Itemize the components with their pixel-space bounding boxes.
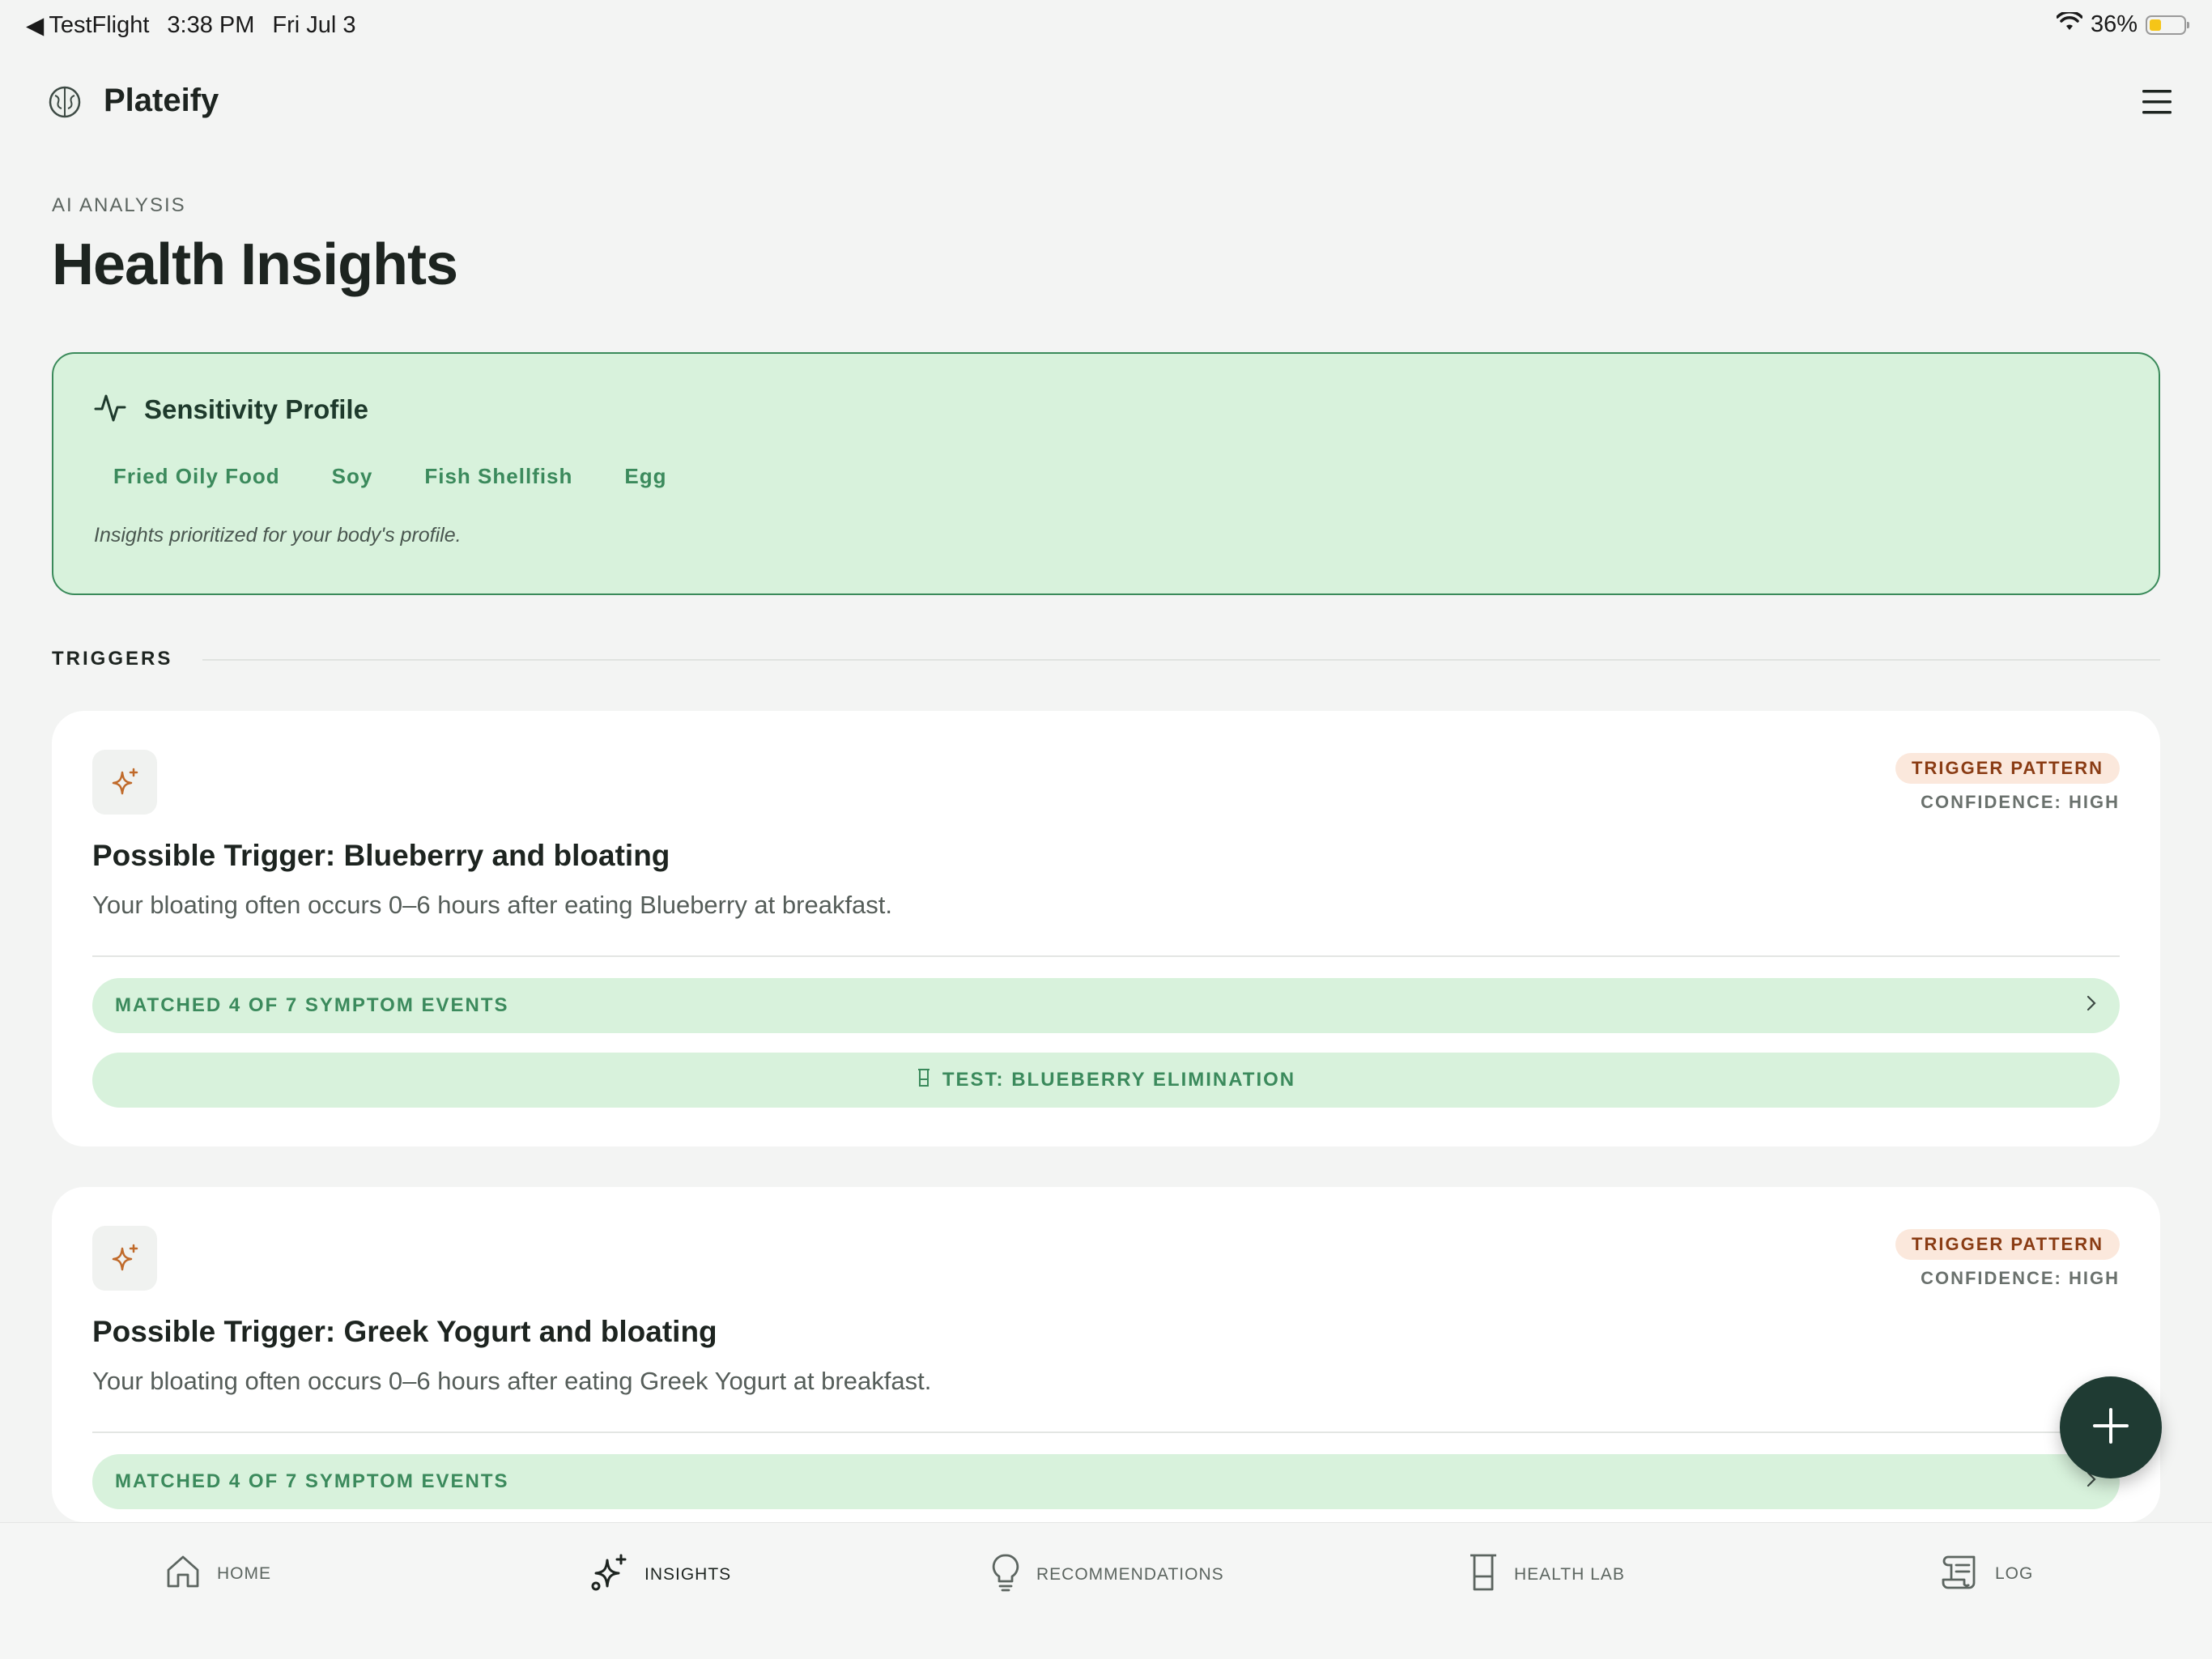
sensitivity-chip[interactable]: Fish Shellfish	[405, 459, 592, 494]
home-icon	[164, 1552, 202, 1596]
back-app-label: TestFlight	[49, 12, 150, 38]
page-eyebrow: AI ANALYSIS	[52, 194, 186, 216]
sparkles-icon	[92, 1226, 157, 1291]
status-bar-right: 36%	[2056, 11, 2189, 38]
sensitivity-chip[interactable]: Egg	[605, 459, 686, 494]
lightbulb-icon	[989, 1552, 1022, 1597]
confidence-label: CONFIDENCE: HIGH	[1921, 1268, 2120, 1288]
battery-percent: 36%	[2090, 11, 2138, 37]
page-title: Health Insights	[52, 232, 458, 297]
hamburger-menu-icon[interactable]	[2141, 87, 2173, 117]
app-title: Plateify	[104, 83, 219, 118]
wifi-icon	[2056, 11, 2083, 38]
matched-events-label: MATCHED 4 OF 7 SYMPTOM EVENTS	[115, 1470, 509, 1492]
confidence-label: CONFIDENCE: HIGH	[1921, 792, 2120, 812]
brain-icon	[47, 84, 83, 120]
triggers-section-label: TRIGGERS	[52, 648, 173, 670]
insight-description: Your bloating often occurs 0–6 hours aft…	[92, 1367, 932, 1395]
insight-card: TRIGGER PATTERN CONFIDENCE: HIGH Possibl…	[52, 711, 2160, 1146]
trigger-pattern-badge: TRIGGER PATTERN	[1895, 753, 2120, 784]
insight-description: Your bloating often occurs 0–6 hours aft…	[92, 891, 893, 919]
test-elimination-label: TEST: BLUEBERRY ELIMINATION	[942, 1069, 1296, 1091]
sensitivity-profile-title: Sensitivity Profile	[144, 393, 368, 424]
insight-title: Possible Trigger: Blueberry and bloating	[92, 839, 670, 872]
pulse-icon	[94, 391, 126, 428]
back-arrow-icon: ◀	[26, 13, 45, 39]
sparkles-icon	[92, 750, 157, 815]
sensitivity-chips: Fried Oily Food Soy Fish Shellfish Egg	[94, 459, 687, 494]
card-divider	[92, 955, 2120, 957]
beaker-icon	[917, 1068, 931, 1093]
nav-item-log[interactable]: LOG	[1940, 1552, 2033, 1596]
nav-item-insights[interactable]: INSIGHTS	[589, 1552, 731, 1597]
battery-icon	[2146, 15, 2189, 35]
nav-label: HOME	[217, 1564, 271, 1583]
status-date: Fri Jul 3	[272, 12, 356, 38]
matched-events-button[interactable]: MATCHED 4 OF 7 SYMPTOM EVENTS	[92, 1454, 2120, 1509]
plus-icon	[2091, 1406, 2130, 1449]
sensitivity-profile-header: Sensitivity Profile	[94, 391, 368, 428]
matched-events-label: MATCHED 4 OF 7 SYMPTOM EVENTS	[115, 994, 509, 1016]
nav-label: INSIGHTS	[644, 1565, 732, 1584]
sensitivity-chip[interactable]: Fried Oily Food	[94, 459, 300, 494]
status-bar-left: ◀ TestFlight 3:38 PM Fri Jul 3	[26, 11, 356, 40]
back-to-app-link[interactable]: ◀ TestFlight	[26, 11, 149, 40]
bottom-nav: HOME INSIGHTS RECOMMENDATIONS HEALTH LAB…	[0, 1522, 2212, 1659]
scroll-icon	[1940, 1552, 1980, 1596]
nav-item-recommendations[interactable]: RECOMMENDATIONS	[989, 1552, 1224, 1597]
add-entry-button[interactable]	[2060, 1376, 2162, 1478]
section-divider	[202, 659, 2160, 661]
sensitivity-profile-card: Sensitivity Profile Fried Oily Food Soy …	[52, 352, 2160, 595]
nav-label: HEALTH LAB	[1514, 1565, 1625, 1584]
trigger-pattern-badge: TRIGGER PATTERN	[1895, 1229, 2120, 1260]
test-elimination-button[interactable]: TEST: BLUEBERRY ELIMINATION	[92, 1053, 2120, 1108]
sparkles-icon	[589, 1552, 630, 1597]
card-divider	[92, 1431, 2120, 1433]
insight-title: Possible Trigger: Greek Yogurt and bloat…	[92, 1315, 717, 1348]
matched-events-button[interactable]: MATCHED 4 OF 7 SYMPTOM EVENTS	[92, 978, 2120, 1033]
nav-item-home[interactable]: HOME	[164, 1552, 271, 1596]
sensitivity-note: Insights prioritized for your body's pro…	[94, 524, 462, 547]
chevron-right-icon	[2086, 994, 2097, 1018]
nav-item-health-lab[interactable]: HEALTH LAB	[1467, 1552, 1625, 1597]
nav-label: LOG	[1995, 1564, 2034, 1583]
insight-card: TRIGGER PATTERN CONFIDENCE: HIGH Possibl…	[52, 1187, 2160, 1522]
sensitivity-chip[interactable]: Soy	[313, 459, 393, 494]
beaker-icon	[1467, 1552, 1499, 1597]
nav-label: RECOMMENDATIONS	[1036, 1565, 1224, 1584]
status-time: 3:38 PM	[167, 12, 255, 38]
